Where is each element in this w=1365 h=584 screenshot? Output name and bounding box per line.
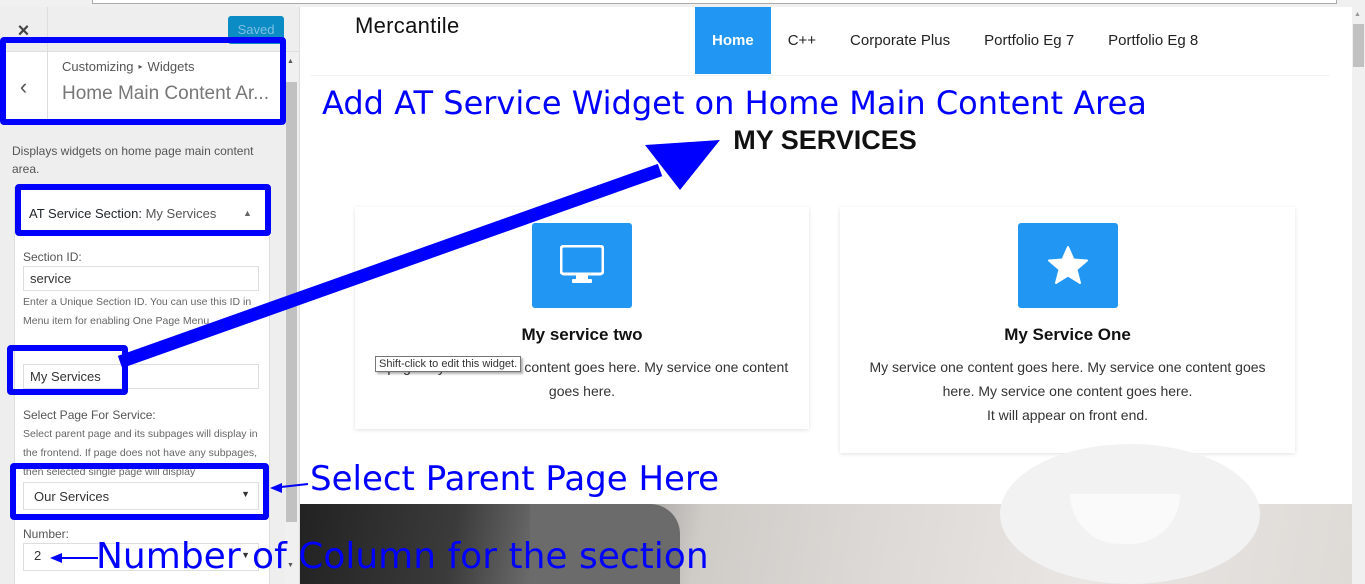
site-title[interactable]: Mercantile	[355, 13, 459, 39]
annotation-select-parent: Select Parent Page Here	[310, 459, 720, 499]
annotation-box-section-header	[0, 37, 286, 125]
scroll-up-icon[interactable]: ▲	[287, 58, 294, 65]
nav-item-cpp[interactable]: C++	[771, 7, 833, 74]
header-divider	[310, 75, 1330, 76]
annotation-box-title-field	[7, 345, 128, 395]
annotation-box-widget-title	[15, 184, 271, 236]
service-card[interactable]: My service two ...page. My service one c…	[355, 207, 809, 429]
service-text-line: My service one content goes here. My ser…	[869, 359, 1266, 399]
desktop-icon	[560, 245, 604, 283]
browser-top-bar	[0, 0, 1365, 7]
service-card[interactable]: My Service One My service one content go…	[840, 207, 1295, 453]
nav-item-portfolio-eg-8[interactable]: Portfolio Eg 8	[1091, 7, 1215, 74]
services-heading-text: MY SERVICES	[733, 125, 917, 155]
services-heading: MY SERVICES	[300, 125, 1350, 156]
number-label: Number:	[23, 527, 70, 541]
section-id-label: Section ID:	[23, 250, 82, 264]
star-icon	[1047, 246, 1088, 284]
service-text-line: It will appear on front end.	[986, 407, 1149, 423]
nav-item-portfolio-eg-7[interactable]: Portfolio Eg 7	[967, 7, 1091, 74]
service-title: My Service One	[1004, 325, 1131, 344]
section-id-help: Enter a Unique Section ID. You can use t…	[23, 296, 252, 327]
sidebar-scroll-thumb[interactable]	[286, 82, 297, 522]
scroll-up-icon[interactable]: ▲	[1354, 11, 1361, 18]
select-page-label: Select Page For Service:	[23, 408, 156, 422]
edit-widget-tooltip: Shift-click to edit this widget.	[375, 356, 522, 372]
service-title: My service two	[521, 325, 643, 344]
preview-scroll-thumb[interactable]	[1353, 24, 1364, 67]
annotation-heading: Add AT Service Widget on Home Main Conte…	[322, 84, 1147, 122]
service-icon-box	[532, 223, 632, 308]
preview-scrollbar[interactable]: ▲	[1352, 7, 1365, 584]
address-bar[interactable]	[92, 0, 1337, 4]
main-nav: Home C++ Corporate Plus Portfolio Eg 7 P…	[695, 7, 1215, 74]
annotation-number-column: Number of Column for the section	[96, 536, 709, 577]
nav-item-home[interactable]: Home	[695, 7, 771, 74]
section-description: Displays widgets on home page main conte…	[12, 144, 254, 176]
service-text: My service one content goes here. My ser…	[840, 355, 1295, 427]
section-id-input[interactable]	[23, 266, 259, 291]
sidebar-scrollbar[interactable]: ▲ ▼	[285, 52, 298, 584]
service-icon-box	[1017, 223, 1118, 308]
annotation-box-select-page	[10, 463, 269, 520]
number-value: 2	[34, 548, 42, 563]
nav-item-corporate-plus[interactable]: Corporate Plus	[833, 7, 967, 74]
